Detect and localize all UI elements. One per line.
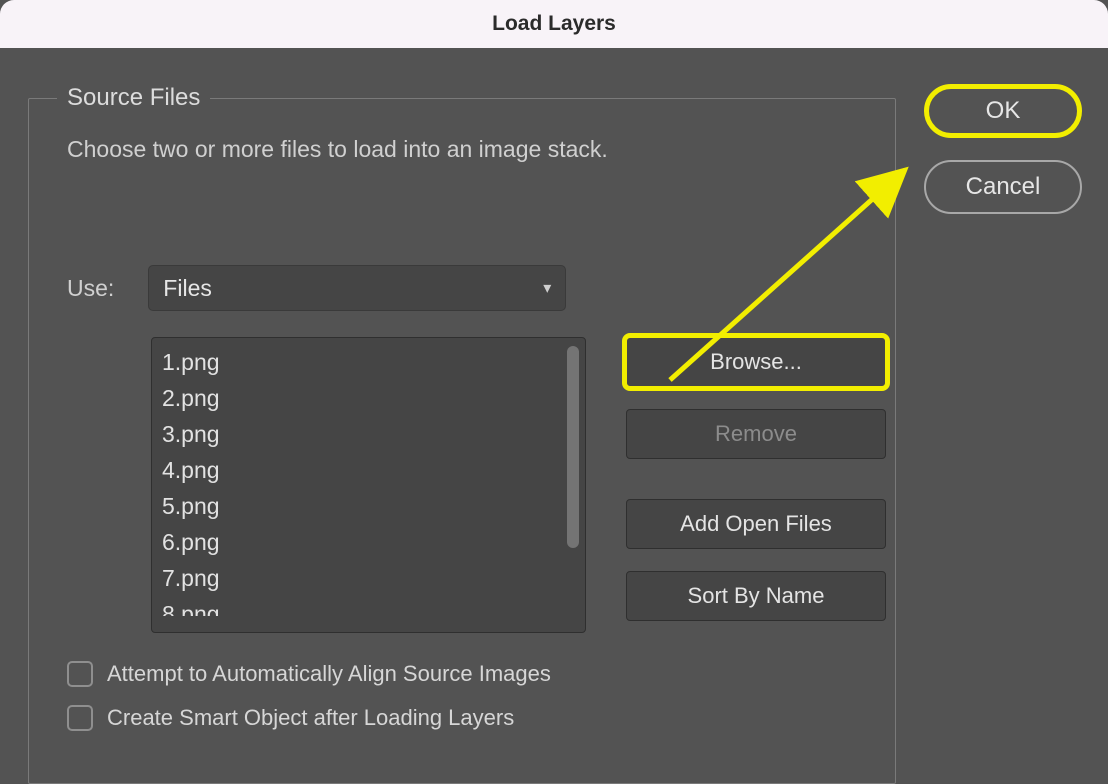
ok-button[interactable]: OK (924, 84, 1082, 138)
source-files-legend: Source Files (57, 84, 210, 112)
sort-by-name-button[interactable]: Sort By Name (626, 571, 886, 621)
align-checkbox-label: Attempt to Automatically Align Source Im… (107, 661, 551, 687)
scrollbar-thumb[interactable] (567, 346, 579, 548)
dialog-buttons: OK Cancel (924, 84, 1082, 214)
list-item[interactable]: 3.png (156, 416, 581, 452)
file-buttons-column: Browse... Remove Add Open Files Sort By … (626, 337, 886, 621)
list-item[interactable]: 7.png (156, 560, 581, 596)
chevron-down-icon: ▾ (543, 278, 551, 298)
list-item[interactable]: 4.png (156, 452, 581, 488)
list-item[interactable]: 8.png (156, 596, 581, 616)
add-open-files-button[interactable]: Add Open Files (626, 499, 886, 549)
list-item[interactable]: 6.png (156, 524, 581, 560)
files-and-buttons-row: 1.png 2.png 3.png 4.png 5.png 6.png 7.pn… (151, 337, 895, 633)
remove-button[interactable]: Remove (626, 409, 886, 459)
smart-object-checkbox-label: Create Smart Object after Loading Layers (107, 705, 514, 731)
source-files-group: Source Files Choose two or more files to… (28, 84, 896, 784)
dialog-title: Load Layers (0, 0, 1108, 48)
cancel-button[interactable]: Cancel (924, 160, 1082, 214)
use-label: Use: (67, 275, 114, 302)
files-listbox[interactable]: 1.png 2.png 3.png 4.png 5.png 6.png 7.pn… (151, 337, 586, 633)
use-dropdown[interactable]: Files ▾ (148, 265, 566, 311)
list-item[interactable]: 2.png (156, 380, 581, 416)
smart-object-checkbox-row: Create Smart Object after Loading Layers (67, 705, 895, 731)
smart-object-checkbox[interactable] (67, 705, 93, 731)
files-listbox-inner: 1.png 2.png 3.png 4.png 5.png 6.png 7.pn… (152, 338, 585, 622)
list-item[interactable]: 5.png (156, 488, 581, 524)
dialog-content: Source Files Choose two or more files to… (0, 48, 1108, 764)
align-checkbox[interactable] (67, 661, 93, 687)
use-row: Use: Files ▾ (67, 265, 895, 311)
instruction-text: Choose two or more files to load into an… (29, 112, 895, 163)
list-item[interactable]: 1.png (156, 344, 581, 380)
browse-button[interactable]: Browse... (626, 337, 886, 387)
use-dropdown-value: Files (163, 275, 212, 302)
align-checkbox-row: Attempt to Automatically Align Source Im… (67, 661, 895, 687)
